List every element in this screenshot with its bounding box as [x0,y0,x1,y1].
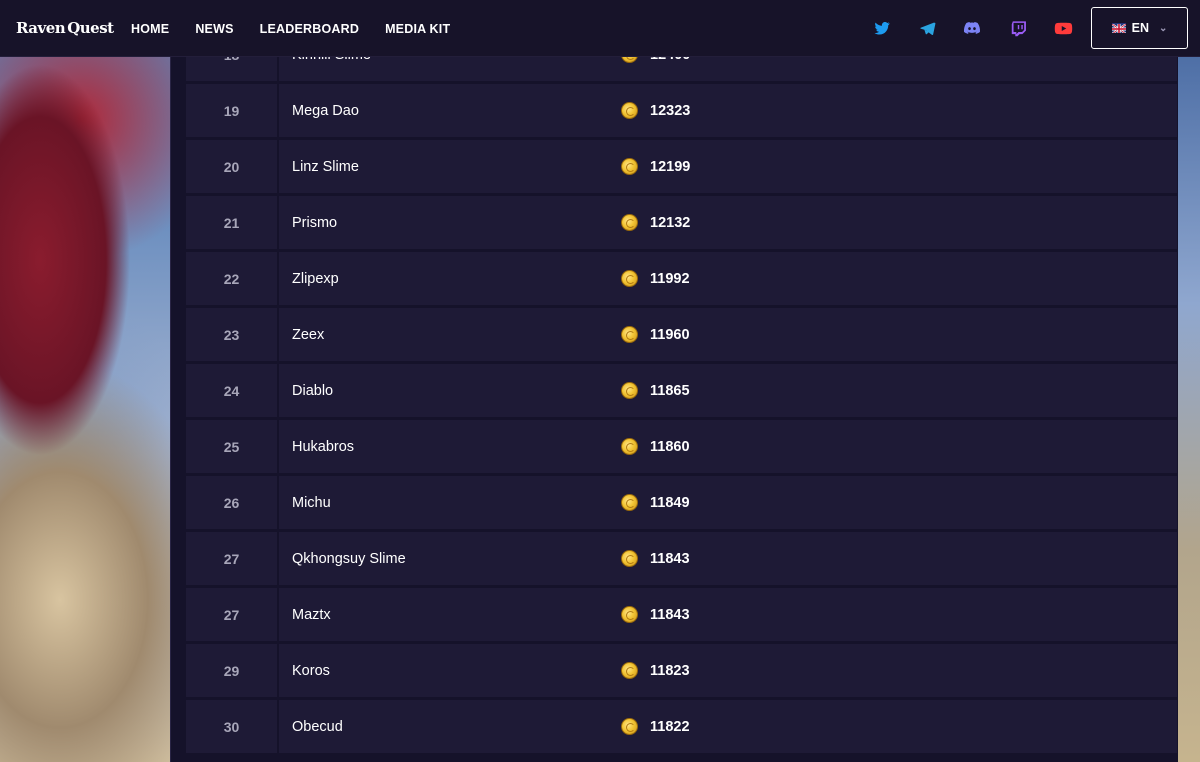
coin-icon [621,102,638,119]
score-cell: 11822 [621,700,690,753]
player-name: Koros [292,662,330,679]
player-name: Michu [292,494,331,511]
rank-cell: 30 [186,700,277,753]
nav-home[interactable]: HOME [131,22,169,36]
rank-cell: 19 [186,84,277,137]
twitter-icon[interactable] [871,17,893,39]
score-cell: 11849 [621,476,690,529]
coin-icon [621,550,638,567]
score-value: 11865 [650,382,690,399]
score-cell: 11843 [621,532,690,585]
table-row: 24 Diablo 11865 [186,364,1177,417]
rank-cell: 26 [186,476,277,529]
rank-cell: 24 [186,364,277,417]
rank-cell: 22 [186,252,277,305]
table-row: 27 Maztx 11843 [186,588,1177,641]
coin-icon [621,382,638,399]
nav-media-kit[interactable]: MEDIA KIT [385,22,450,36]
table-row: 25 Hukabros 11860 [186,420,1177,473]
telegram-icon[interactable] [916,17,938,39]
youtube-icon[interactable] [1052,17,1074,39]
coin-icon [621,606,638,623]
coin-icon [621,662,638,679]
coin-icon [621,214,638,231]
score-value: 11843 [650,606,690,623]
coin-icon [621,326,638,343]
coin-icon [621,158,638,175]
score-value: 11860 [650,438,690,455]
table-row: 23 Zeex 11960 [186,308,1177,361]
score-value: 12199 [650,158,691,175]
score-cell: 12323 [621,84,690,137]
player-name: Zeex [292,326,325,343]
player-name: Prismo [292,214,338,231]
coin-icon [621,718,638,735]
score-value: 11823 [650,662,690,679]
nav-news[interactable]: NEWS [195,22,233,36]
rank-cell: 21 [186,196,277,249]
table-row: 19 Mega Dao 12323 [186,84,1177,137]
score-cell: 11960 [621,308,690,361]
player-name: Qkhongsuy Slime [292,550,406,567]
top-navbar: Raven Quest HOME NEWS LEADERBOARD MEDIA … [0,0,1200,57]
player-name: Maztx [292,606,331,623]
coin-icon [621,270,638,287]
language-selector[interactable]: EN ⌄ [1091,7,1188,49]
leaderboard-table: 18 Kinniii Slime 12400 19Mega Dao1232320… [186,0,1177,762]
uk-flag-icon [1111,23,1126,33]
logo-text-left: Raven [16,19,66,37]
score-cell: 11843 [621,588,690,641]
rank-cell: 25 [186,420,277,473]
score-value: 11822 [650,718,690,735]
twitch-icon[interactable] [1007,17,1029,39]
player-name: Diablo [292,382,334,399]
coin-icon [621,494,638,511]
rank-cell: 29 [186,644,277,697]
score-cell: 11865 [621,364,690,417]
score-value: 11843 [650,550,690,567]
score-cell: 11992 [621,252,690,305]
rank-cell: 27 [186,532,277,585]
rank-cell: 23 [186,308,277,361]
rank-cell: 27 [186,588,277,641]
main-nav: HOME NEWS LEADERBOARD MEDIA KIT [131,0,476,57]
table-row: 27 Qkhongsuy Slime 11843 [186,532,1177,585]
nav-leaderboard[interactable]: LEADERBOARD [260,22,359,36]
score-cell: 11860 [621,420,690,473]
table-row: 21 Prismo 12132 [186,196,1177,249]
table-row: 20 Linz Slime 12199 [186,140,1177,193]
discord-icon[interactable] [961,17,983,39]
table-row: 26 Michu 11849 [186,476,1177,529]
ravenquest-logo[interactable]: Raven Quest [16,8,114,48]
score-cell: 12132 [621,196,690,249]
score-value: 12323 [650,102,691,119]
player-name: Hukabros [292,438,355,455]
score-value: 11849 [650,494,690,511]
player-name: Linz Slime [292,158,359,175]
language-label: EN [1131,21,1149,35]
score-value: 11992 [650,270,690,287]
player-name: Obecud [292,718,343,735]
score-cell: 11823 [621,644,690,697]
background-artwork-right [1178,57,1200,762]
coin-icon [621,438,638,455]
score-value: 12132 [650,214,691,231]
player-name: Zlipexp [292,270,339,287]
score-value: 11960 [650,326,690,343]
logo-text-right: Quest [67,19,114,37]
table-row: 22 Zlipexp 11992 [186,252,1177,305]
chevron-down-icon: ⌄ [1158,22,1168,34]
table-row: 30 Obecud 11822 [186,700,1177,753]
player-name: Mega Dao [292,102,359,119]
score-cell: 12199 [621,140,690,193]
table-row: 29 Koros 11823 [186,644,1177,697]
rank-cell: 20 [186,140,277,193]
